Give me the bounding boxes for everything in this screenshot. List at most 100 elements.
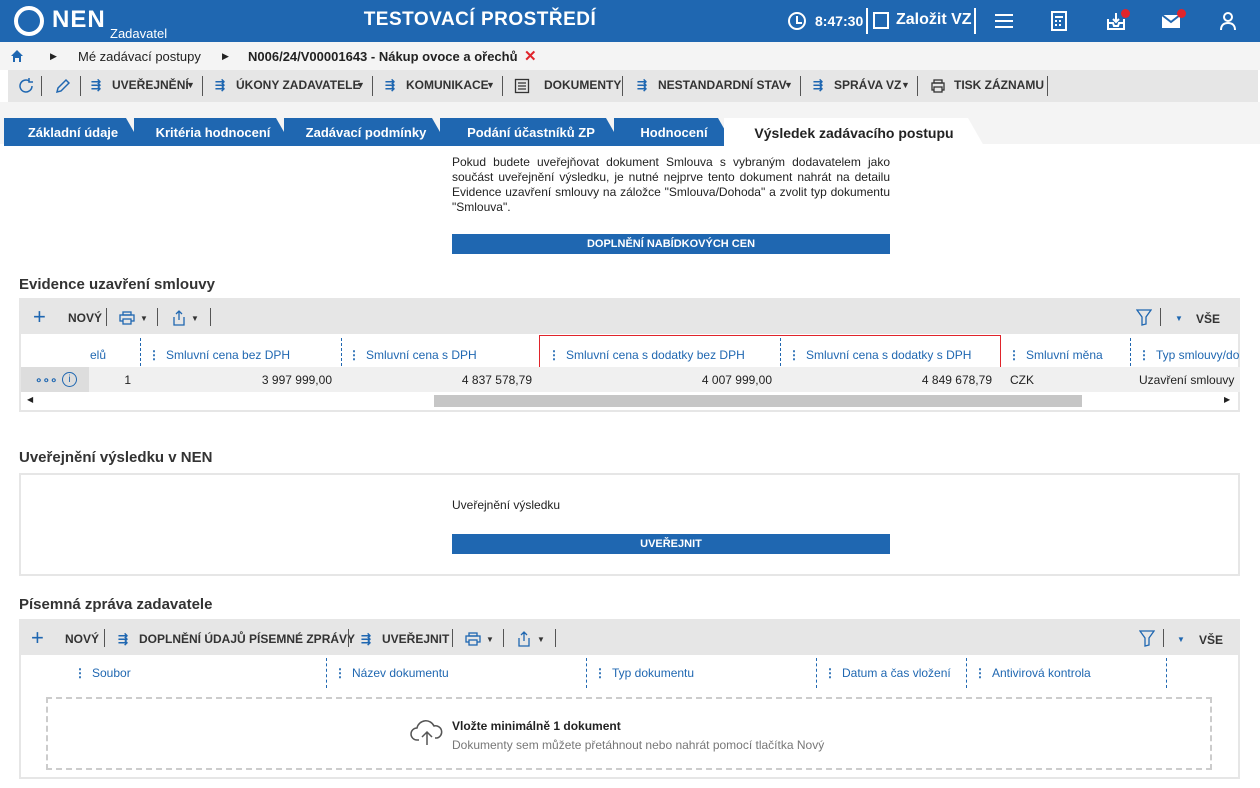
create-vz-button[interactable]: Založit VZ [896, 11, 972, 29]
publish-label: Uveřejnění výsledku [452, 498, 561, 512]
column-menu-icon[interactable]: ⋮ [1008, 348, 1020, 362]
close-icon[interactable]: ✕ [524, 47, 537, 65]
scroll-right-icon[interactable]: ▶ [1224, 395, 1230, 404]
documents-button[interactable]: DOKUMENTY [544, 78, 621, 92]
filter-all-selector[interactable]: VŠE [1196, 312, 1220, 326]
nonstandard-state-menu[interactable]: NESTANDARDNÍ STAV [658, 78, 787, 92]
column-menu-icon[interactable]: ⋮ [334, 666, 346, 680]
divider [41, 76, 42, 96]
filter-icon[interactable] [1139, 630, 1155, 647]
info-text: Pokud budete uveřejňovat dokument Smlouv… [452, 155, 890, 214]
column-label: Datum a čas vložení [842, 666, 951, 680]
plus-icon[interactable]: + [31, 625, 44, 651]
horizontal-scrollbar[interactable]: ◀ ▶ [21, 392, 1238, 410]
edit-icon[interactable] [873, 12, 889, 29]
column-header-inserted[interactable]: ⋮ Datum a čas vložení [824, 666, 951, 680]
print-icon[interactable] [465, 632, 481, 646]
publication-menu[interactable]: UVEŘEJNĚNÍ [112, 78, 189, 92]
divider [210, 308, 211, 326]
table-cell: 4 837 578,79 [461, 373, 532, 387]
list-icon: ⇶ [215, 78, 226, 92]
publish-report-button[interactable]: UVEŘEJNIT [382, 632, 449, 646]
chevron-down-icon[interactable]: ▼ [1175, 314, 1183, 323]
fill-report-button[interactable]: DOPLNĚNÍ ÚDAJŮ PÍSEMNÉ ZPRÁVY [139, 632, 355, 646]
calculator-icon[interactable] [1048, 10, 1070, 32]
filter-all-selector[interactable]: VŠE [1199, 633, 1223, 647]
communication-menu[interactable]: KOMUNIKACE [406, 78, 489, 92]
chevron-down-icon: ▼ [784, 80, 793, 90]
column-divider [341, 338, 342, 366]
tab-participant-submissions[interactable]: Podání účastníků ZP [440, 118, 622, 146]
new-document-button[interactable]: NOVÝ [65, 632, 99, 646]
column-header-currency[interactable]: ⋮ Smluvní měna [1008, 348, 1103, 362]
home-icon[interactable] [10, 49, 24, 63]
column-header-price-incl-vat[interactable]: ⋮ Smluvní cena s DPH [348, 348, 477, 362]
grid-toolbar: + NOVÝ ▼ ▼ ▼ VŠE [19, 300, 1240, 334]
cloud-upload-icon [410, 720, 443, 745]
column-menu-icon[interactable]: ⋮ [824, 666, 836, 680]
column-header-doc-type[interactable]: ⋮ Typ dokumentu [594, 666, 694, 680]
column-divider [1130, 338, 1131, 366]
column-header-contract-type[interactable]: ⋮ Typ smlouvy/do [1138, 348, 1239, 362]
divider [202, 76, 203, 96]
column-header-price-amend-excl-vat[interactable]: ⋮ Smluvní cena s dodatky bez DPH [548, 348, 745, 362]
divider [1160, 308, 1161, 326]
column-label: Typ smlouvy/do [1156, 348, 1239, 362]
divider [372, 76, 373, 96]
column-header[interactable]: elů [90, 348, 106, 362]
user-icon[interactable] [1217, 10, 1239, 32]
scroll-left-icon[interactable]: ◀ [27, 395, 33, 404]
column-menu-icon[interactable]: ⋮ [788, 348, 800, 362]
publish-button[interactable]: UVEŘEJNIT [452, 534, 890, 554]
clock-icon [788, 12, 806, 30]
divider [157, 308, 158, 326]
tab-basic-info[interactable]: Základní údaje [4, 118, 142, 146]
column-menu-icon[interactable]: ⋮ [594, 666, 606, 680]
column-label: Smluvní měna [1026, 348, 1103, 362]
table-cell: 1 [124, 373, 131, 387]
refresh-icon[interactable] [17, 77, 35, 95]
scrollbar-thumb[interactable] [434, 395, 1082, 407]
more-options-icon[interactable]: ∘∘∘ [35, 373, 58, 387]
export-icon[interactable] [172, 310, 186, 326]
column-menu-icon[interactable]: ⋮ [974, 666, 986, 680]
column-menu-icon[interactable]: ⋮ [348, 348, 360, 362]
filter-icon[interactable] [1136, 309, 1152, 326]
info-icon[interactable]: i [62, 372, 77, 387]
column-menu-icon[interactable]: ⋮ [1138, 348, 1150, 362]
column-header-price-amend-incl-vat[interactable]: ⋮ Smluvní cena s dodatky s DPH [788, 348, 971, 362]
column-header-doc-name[interactable]: ⋮ Název dokumentu [334, 666, 449, 680]
plus-icon[interactable]: + [33, 304, 46, 330]
file-drop-zone[interactable]: Vložte minimálně 1 dokument Dokumenty se… [46, 697, 1212, 770]
column-menu-icon[interactable]: ⋮ [548, 348, 560, 362]
print-icon[interactable] [119, 311, 135, 325]
divider [555, 629, 556, 647]
column-header-price-excl-vat[interactable]: ⋮ Smluvní cena bez DPH [148, 348, 290, 362]
drop-zone-title: Vložte minimálně 1 dokument [452, 719, 621, 733]
print-record-button[interactable]: TISK ZÁZNAMU [954, 78, 1044, 92]
chevron-right-icon: ▶ [50, 51, 57, 61]
tab-tender-conditions[interactable]: Zadávací podmínky [284, 118, 448, 146]
column-header-file[interactable]: ⋮ Soubor [74, 666, 131, 680]
table-cell: 4 007 999,00 [701, 373, 772, 387]
column-menu-icon[interactable]: ⋮ [74, 666, 86, 680]
tab-evaluation-criteria[interactable]: Kritéria hodnocení [134, 118, 292, 146]
column-label: Název dokumentu [352, 666, 449, 680]
breadcrumb-item[interactable]: Mé zadávací postupy [78, 49, 201, 64]
new-contract-button[interactable]: NOVÝ [68, 311, 102, 325]
section-title: Písemná zpráva zadavatele [19, 596, 213, 613]
contracting-acts-menu[interactable]: ÚKONY ZADAVATELE [236, 78, 360, 92]
column-menu-icon[interactable]: ⋮ [148, 348, 160, 362]
tab-procedure-result[interactable]: Výsledek zadávacího postupu [724, 118, 984, 146]
fill-bid-prices-button[interactable]: DOPLNĚNÍ NABÍDKOVÝCH CEN [452, 234, 890, 254]
pencil-icon[interactable] [54, 77, 70, 95]
export-icon[interactable] [517, 631, 531, 647]
section-title: Evidence uzavření smlouvy [19, 276, 215, 293]
vz-management-menu[interactable]: SPRÁVA VZ [834, 78, 901, 92]
column-header-antivirus[interactable]: ⋮ Antivirová kontrola [974, 666, 1091, 680]
list-icon: ⇶ [385, 78, 396, 92]
tab-evaluation[interactable]: Hodnocení [614, 118, 734, 146]
menu-icon[interactable] [993, 10, 1015, 32]
column-label: Typ dokumentu [612, 666, 695, 680]
chevron-down-icon[interactable]: ▼ [1177, 635, 1185, 644]
